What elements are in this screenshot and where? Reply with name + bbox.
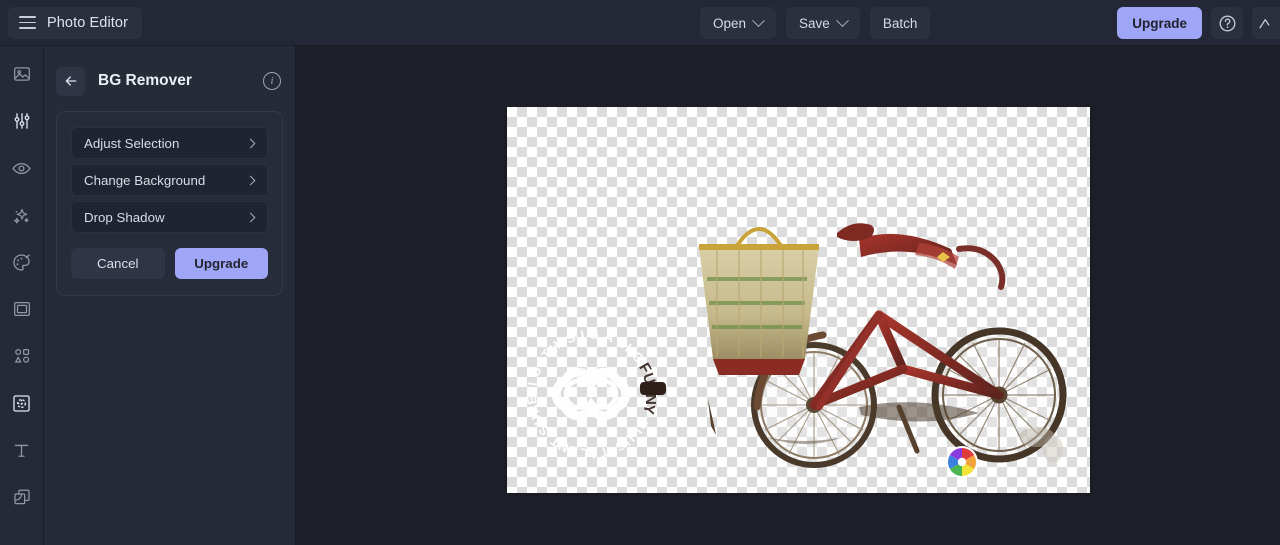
adjust-sliders-icon (14, 113, 29, 129)
header-actions: Open Save Batch (700, 7, 931, 39)
header-right-actions: Upgrade (1117, 7, 1280, 39)
option-change-background[interactable]: Change Background (71, 164, 268, 196)
frame-icon (13, 302, 30, 316)
sidebar-item-shapes[interactable] (7, 342, 37, 370)
svg-text:A: A (603, 329, 616, 346)
svg-text:E: E (523, 394, 539, 405)
tank-highlight (915, 243, 959, 269)
upgrade-button-panel[interactable]: Upgrade (174, 248, 268, 279)
layers-icon (13, 489, 30, 505)
woven-basket (699, 227, 819, 375)
batch-button-label: Batch (882, 15, 918, 31)
svg-text:L: L (580, 446, 589, 461)
option-drop-shadow[interactable]: Drop Shadow (71, 201, 268, 233)
option-label: Change Background (84, 172, 206, 188)
svg-text:S: S (564, 329, 578, 346)
svg-text:I: I (579, 327, 585, 342)
menu-brand-button[interactable]: Photo Editor (8, 6, 142, 39)
svg-text:Y: Y (639, 403, 657, 416)
sidebar-item-layers[interactable] (7, 483, 37, 511)
tool-panel: BG Remover i Adjust Selection Change Bac… (44, 46, 296, 545)
chevron-right-icon (245, 138, 256, 148)
batch-button[interactable]: Batch (869, 7, 931, 39)
app-title: Photo Editor (47, 14, 128, 31)
bg-remover-options-card: Adjust Selection Change Background Drop … (56, 111, 283, 296)
hamburger-icon[interactable] (19, 16, 36, 29)
tool-rail (0, 46, 44, 545)
canvas-artwork: T H I S I S A B I G F U N N Y (523, 223, 1067, 478)
panel-title: BG Remover (98, 72, 192, 89)
sidebar-item-adjust[interactable] (7, 107, 37, 135)
open-button-label: Open (713, 15, 747, 31)
sidebar-item-color[interactable] (7, 248, 37, 276)
shapes-icon (14, 348, 29, 363)
svg-text:T: T (599, 444, 611, 461)
panel-header: BG Remover i (56, 60, 281, 102)
canvas-stage[interactable]: T H I S I S A B I G F U N N Y (296, 46, 1280, 545)
chevron-down-icon (835, 13, 849, 27)
save-button[interactable]: Save (786, 7, 860, 39)
save-button-label: Save (799, 15, 830, 31)
circular-white-clover-badge: T H I S I S A B I G F U N N Y (523, 327, 659, 462)
help-button[interactable] (1211, 7, 1243, 39)
svg-text:I: I (525, 381, 540, 387)
sidebar-item-retouch[interactable] (7, 201, 37, 229)
artifact-fragment (640, 382, 666, 395)
handlebar (956, 245, 1006, 290)
sidebar-item-effects[interactable] (7, 154, 37, 182)
info-circle-icon[interactable]: i (263, 72, 281, 90)
chevron-right-icon (245, 175, 256, 185)
app-header: Photo Editor Open Save Batch Upgrade (0, 0, 1280, 46)
eye-icon (12, 162, 31, 174)
arrow-left-icon (65, 76, 76, 86)
svg-text:S: S (527, 365, 544, 378)
back-button[interactable] (56, 66, 85, 96)
image-canvas[interactable]: T H I S I S A B I G F U N N Y (507, 107, 1090, 493)
question-circle-icon (1219, 15, 1235, 31)
sidebar-item-text[interactable] (7, 436, 37, 464)
option-label: Drop Shadow (84, 209, 165, 225)
cancel-button[interactable]: Cancel (71, 248, 165, 279)
svg-text:S: S (590, 327, 599, 342)
image-icon (13, 67, 30, 81)
palette-icon (13, 253, 30, 271)
chevron-down-icon (752, 13, 765, 27)
bicycle-subject (699, 223, 1067, 468)
sidebar-item-bg-remover[interactable] (7, 389, 37, 417)
option-adjust-selection[interactable]: Adjust Selection (71, 127, 268, 159)
chevron-right-icon (245, 212, 256, 222)
panel-action-buttons: Cancel Upgrade (71, 248, 268, 279)
sparkles-icon (13, 208, 29, 223)
svg-text:A: A (587, 446, 599, 462)
upgrade-button-header[interactable]: Upgrade (1117, 7, 1202, 39)
bg-remover-icon (13, 394, 30, 412)
open-button[interactable]: Open (700, 7, 777, 39)
account-button[interactable] (1252, 7, 1280, 39)
text-icon (14, 444, 29, 457)
sidebar-item-image[interactable] (7, 60, 37, 88)
artifact-needle (708, 399, 716, 435)
option-label: Adjust Selection (84, 135, 180, 151)
account-icon (1259, 18, 1270, 29)
sidebar-item-frame[interactable] (7, 295, 37, 323)
color-wheel-logo (946, 446, 978, 478)
